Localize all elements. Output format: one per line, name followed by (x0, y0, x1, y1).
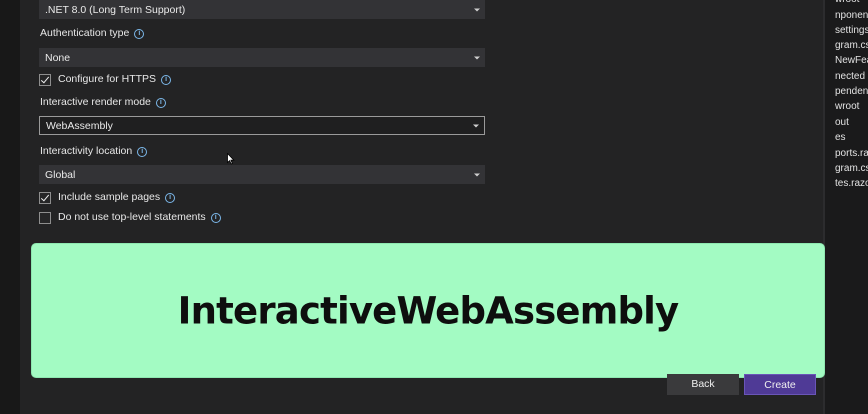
chevron-down-icon (474, 8, 480, 11)
https-label-text: Configure for HTTPS (58, 73, 157, 85)
top-level-statements-label-text: Do not use top-level statements (58, 211, 206, 223)
render-mode-select[interactable]: WebAssembly (39, 116, 485, 135)
solution-item[interactable]: nponent (835, 10, 868, 21)
solution-item[interactable]: es (835, 132, 846, 143)
chevron-down-icon (474, 56, 480, 59)
banner-title: InteractiveWebAssembly (177, 289, 680, 332)
solution-item[interactable]: gram.cs (835, 163, 868, 174)
interactivity-location-value: Global (45, 168, 76, 181)
top-level-statements-checkbox[interactable] (39, 212, 51, 224)
auth-type-label: Authentication type i (40, 27, 145, 39)
render-mode-value: WebAssembly (46, 119, 113, 132)
render-mode-label-text: Interactive render mode (40, 96, 151, 108)
https-label: Configure for HTTPS i (58, 73, 172, 85)
info-icon[interactable]: i (155, 98, 166, 108)
chevron-down-icon (473, 124, 479, 127)
info-icon[interactable]: i (165, 193, 176, 203)
solution-item[interactable]: out (835, 117, 849, 128)
solution-item[interactable]: gram.cs (835, 40, 868, 51)
top-level-statements-label: Do not use top-level statements i (58, 211, 221, 223)
sample-pages-checkbox[interactable] (39, 192, 51, 204)
sample-pages-label-text: Include sample pages (58, 191, 161, 203)
https-checkbox[interactable] (39, 74, 51, 86)
info-icon[interactable]: i (134, 29, 145, 39)
create-button[interactable]: Create (744, 374, 816, 395)
framework-select[interactable]: .NET 8.0 (Long Term Support) (39, 0, 485, 19)
auth-type-select[interactable]: None (39, 48, 485, 67)
left-edge-strip (0, 0, 20, 414)
framework-value: .NET 8.0 (Long Term Support) (45, 3, 186, 16)
info-icon[interactable]: i (161, 75, 172, 85)
info-icon[interactable]: i (137, 147, 148, 157)
info-icon[interactable]: i (210, 213, 221, 223)
auth-type-label-text: Authentication type (40, 27, 130, 39)
chevron-down-icon (474, 173, 480, 176)
solution-item[interactable]: settings (835, 25, 868, 36)
back-button[interactable]: Back (667, 374, 739, 395)
render-mode-label: Interactive render mode i (40, 96, 166, 108)
solution-item[interactable]: wroot (835, 0, 859, 5)
solution-item[interactable]: nected (835, 71, 865, 82)
auth-type-value: None (45, 51, 71, 64)
solution-item[interactable]: tes.razo (835, 178, 868, 189)
interactivity-location-label-text: Interactivity location (40, 145, 133, 157)
interactivity-location-select[interactable]: Global (39, 165, 485, 184)
interactivity-location-label: Interactivity location i (40, 145, 148, 157)
overlay-banner: InteractiveWebAssembly (32, 244, 824, 377)
solution-item[interactable]: wroot (835, 101, 859, 112)
solution-item[interactable]: NewFeat (835, 55, 868, 66)
solution-item[interactable]: ports.raz (835, 148, 868, 159)
solution-item[interactable]: pendenc (835, 86, 868, 97)
sample-pages-label: Include sample pages i (58, 191, 176, 203)
